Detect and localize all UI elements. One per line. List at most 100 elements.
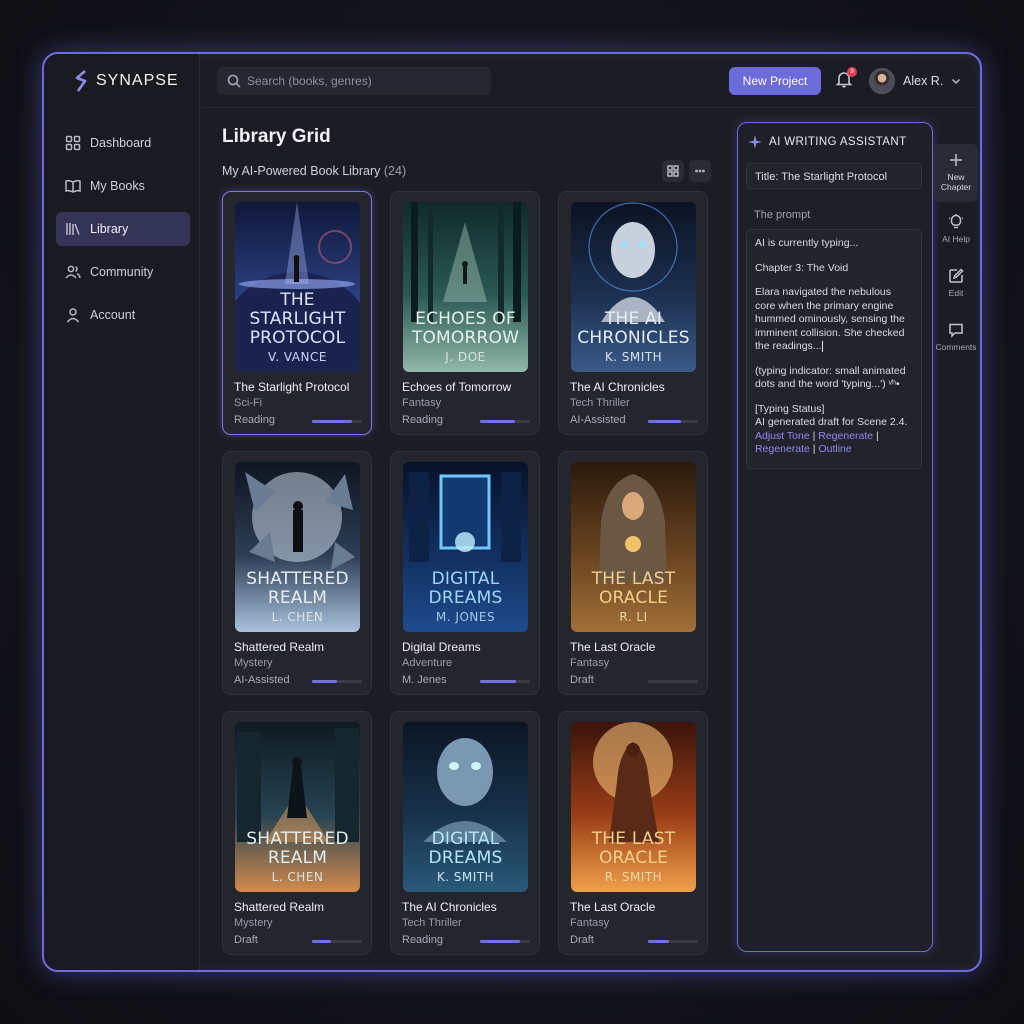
book-card[interactable]: DIGITAL DREAMS M. JONES Digital Dreams Adve… [390, 451, 540, 695]
book-genre: Tech Thriller [570, 397, 630, 409]
top-bar: New Project 9 Alex R. [201, 54, 980, 108]
book-cover[interactable]: SHATTERED REALM L. CHEN [235, 722, 360, 892]
book-cover[interactable]: DIGITAL DREAMS K. SMITH [403, 722, 528, 892]
book-cover[interactable]: DIGITAL DREAMS M. JONES [403, 462, 528, 632]
sidebar-item-label: Account [90, 308, 136, 322]
book-title: Echoes of Tomorrow [402, 380, 512, 394]
book-cover[interactable]: SHATTERED REALM L. CHEN [235, 462, 360, 632]
rail-ai-help[interactable]: AI Help [934, 214, 978, 244]
comment-icon [949, 323, 963, 338]
edit-icon [949, 268, 964, 283]
progress-bar [312, 940, 362, 943]
grid-view-button[interactable] [662, 160, 684, 182]
search-icon [227, 74, 241, 88]
book-genre: Adventure [402, 657, 453, 669]
book-card[interactable]: THE STARLIGHT PROTOCOL V. VANCE The Starli… [222, 191, 372, 435]
book-card[interactable]: ECHOES OF TOMORROW J. DOE Echoes of Tomorr… [390, 191, 540, 435]
book-card[interactable]: SHATTERED REALM L. CHEN Shattered Realm Mys… [222, 451, 372, 695]
sidebar-item-label: Community [90, 265, 154, 279]
cover-author: L. CHEN [271, 610, 324, 624]
user-menu[interactable]: Alex R. [869, 68, 961, 94]
book-cover[interactable]: THE AI CHRONICLES K. SMITH [571, 202, 696, 372]
rail-edit[interactable]: Edit [934, 268, 978, 298]
progress-bar [312, 680, 362, 683]
assistant-actions: Adjust Tone | Regenerate | Regenerate | … [755, 429, 879, 456]
cover-author: K. SMITH [436, 870, 495, 884]
sparkle-icon [748, 135, 762, 149]
book-cover[interactable]: THE LAST ORACLE R. SMITH [571, 722, 696, 892]
book-title: The Last Oracle [570, 640, 656, 654]
dashboard-icon [65, 135, 81, 151]
book-cover[interactable]: THE LAST ORACLE R. LI [571, 462, 696, 632]
title-field[interactable]: Title: The Starlight Protocol [746, 163, 922, 189]
progress-bar [312, 420, 362, 423]
user-name: Alex R. [903, 74, 944, 88]
progress-bar [480, 680, 530, 683]
book-genre: Mystery [234, 917, 273, 929]
rail-new-chapter[interactable]: New Chapter [934, 144, 978, 202]
book-card[interactable]: THE AI CHRONICLES K. SMITH The AI Chronicl… [558, 191, 708, 435]
book-status: Reading [234, 414, 275, 426]
book-card[interactable]: THE LAST ORACLE R. LI The Last Oracle Fanta… [558, 451, 708, 695]
sidebar-item-my-books[interactable]: My Books [56, 169, 190, 203]
sidebar-item-account[interactable]: Account [56, 298, 190, 332]
book-genre: Sci-Fi [234, 397, 263, 409]
rail-label: Edit [948, 288, 964, 298]
search-box[interactable] [217, 67, 491, 95]
book-status: Draft [570, 934, 594, 946]
grid-icon [667, 165, 679, 177]
progress-fill [480, 680, 516, 683]
new-project-button[interactable]: New Project [729, 67, 821, 95]
progress-bar [648, 940, 698, 943]
book-cover[interactable]: THE STARLIGHT PROTOCOL V. VANCE [235, 202, 360, 372]
book-cover[interactable]: ECHOES OF TOMORROW J. DOE [403, 202, 528, 372]
notifications-button[interactable]: 9 [835, 67, 857, 90]
progress-fill [480, 420, 515, 423]
assistant-title: AI WRITING ASSISTANT [769, 136, 907, 148]
page-title: Library Grid [222, 126, 331, 147]
book-card[interactable]: SHATTERED REALM L. CHEN Shattered Realm Mys… [222, 711, 372, 955]
sidebar-item-label: Dashboard [90, 136, 152, 150]
rail-label: AI Help [942, 234, 970, 244]
brand-logo[interactable]: SYNAPSE [74, 70, 179, 92]
regenerate-link[interactable]: Regenerate [818, 430, 873, 442]
chapter-heading: Chapter 3: The Void [755, 261, 849, 274]
regenerate-link-2[interactable]: Regenerate [755, 443, 810, 455]
book-status: M. Jenes [402, 674, 447, 686]
story-body: Elara navigated the nebulous core when t… [755, 286, 905, 352]
adjust-tone-link[interactable]: Adjust Tone [755, 430, 810, 442]
library-subtitle-text: My AI-Powered Book Library [222, 164, 381, 178]
book-card[interactable]: THE LAST ORACLE R. SMITH The Last Oracle Fa… [558, 711, 708, 955]
sidebar-nav: Dashboard My Books Library Community Acc… [56, 126, 190, 341]
book-status: Draft [234, 934, 258, 946]
avatar [869, 68, 895, 94]
outline-link[interactable]: Outline [818, 443, 851, 455]
status-text: AI generated draft for Scene 2.4. [755, 416, 908, 428]
status-heading: [Typing Status] [755, 402, 825, 415]
book-open-icon [65, 179, 81, 193]
rail-label: New Chapter [940, 172, 972, 192]
sidebar-item-dashboard[interactable]: Dashboard [56, 126, 190, 160]
book-card[interactable]: DIGITAL DREAMS K. SMITH The AI Chronicles T… [390, 711, 540, 955]
library-subtitle: My AI-Powered Book Library (24) [222, 164, 406, 178]
prompt-output[interactable]: AI is currently typing... Chapter 3: The… [746, 229, 922, 469]
search-input[interactable] [247, 74, 477, 88]
sidebar-item-community[interactable]: Community [56, 255, 190, 289]
progress-bar [480, 420, 530, 423]
brand-name: SYNAPSE [96, 72, 179, 89]
book-status: Draft [570, 674, 594, 686]
cover-text: DIGITAL DREAMS K. SMITH [403, 830, 528, 885]
cover-author: L. CHEN [271, 870, 324, 884]
ai-writing-assistant-panel: AI WRITING ASSISTANT Title: The Starligh… [737, 122, 933, 952]
more-options-button[interactable] [689, 160, 711, 182]
book-title: The Last Oracle [570, 900, 656, 914]
book-title: The Starlight Protocol [234, 380, 350, 394]
book-title: Digital Dreams [402, 640, 481, 654]
book-status: Reading [402, 414, 443, 426]
sidebar-item-library[interactable]: Library [56, 212, 190, 246]
assistant-header: AI WRITING ASSISTANT [748, 135, 907, 149]
rail-comments[interactable]: Comments [934, 322, 978, 352]
book-status: Reading [402, 934, 443, 946]
cover-text: DIGITAL DREAMS M. JONES [403, 570, 528, 625]
notification-badge: 9 [847, 67, 857, 77]
